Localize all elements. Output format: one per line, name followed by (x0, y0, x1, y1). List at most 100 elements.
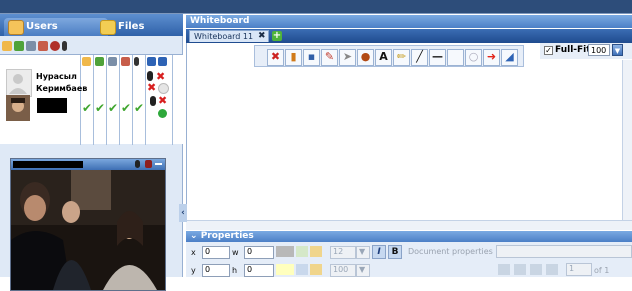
tab-files[interactable]: Files (96, 18, 198, 36)
whiteboard-icon[interactable] (26, 41, 36, 51)
users-icon (8, 20, 24, 35)
fullfit-panel: ✓ Full-Fit 100 ▼ (540, 43, 632, 59)
avatar (6, 69, 32, 97)
whiteboard-canvas[interactable] (186, 43, 632, 221)
previous-page-icon[interactable] (514, 264, 526, 275)
collapse-left-panel-button[interactable]: ‹ (179, 204, 187, 222)
page-input[interactable]: 1 (566, 263, 592, 276)
line-icon[interactable]: ╱ (411, 49, 428, 66)
fullfit-checkbox[interactable]: ✓ (544, 46, 553, 55)
line-color-swatch[interactable] (276, 246, 294, 257)
opacity-select[interactable]: 100 (330, 264, 356, 277)
y-input[interactable]: 0 (202, 264, 230, 277)
tab-whiteboard-11[interactable]: Whiteboard 11 (189, 30, 269, 42)
document-icon (121, 57, 130, 66)
fill-color-swatch[interactable] (276, 264, 294, 275)
user-row[interactable]: Нурасыл Керимбаев ✖ ✖ (0, 69, 183, 97)
chevron-down-icon[interactable]: ▼ (356, 246, 370, 259)
font-size-select[interactable]: 12 (330, 246, 356, 259)
remote-icon[interactable] (50, 41, 60, 51)
close-tab-icon[interactable]: ✖ (258, 30, 266, 42)
pen-icon[interactable]: ✏ (393, 49, 410, 66)
text-icon[interactable]: A (375, 49, 392, 66)
bold-button[interactable]: B (388, 245, 402, 259)
microphone-icon[interactable] (147, 71, 153, 81)
w-label: w (232, 248, 239, 257)
users-small-icon[interactable] (2, 41, 12, 51)
check-icon[interactable]: ✔ (82, 101, 92, 115)
pencil-icon[interactable] (14, 41, 24, 51)
avatar (6, 95, 30, 121)
left-tabs: Users Files (0, 14, 183, 36)
tab-users-label: Users (26, 21, 58, 32)
check-icon[interactable]: ✔ (134, 101, 144, 115)
fullfit-label: Full-Fit (555, 45, 591, 55)
fill-icon[interactable] (310, 264, 322, 275)
microphone-icon[interactable] (62, 41, 67, 51)
first-page-icon[interactable] (498, 264, 510, 275)
video-feed (11, 170, 165, 290)
tab-files-label: Files (118, 21, 145, 32)
camera-icon[interactable] (145, 160, 152, 168)
document-icon[interactable] (38, 41, 48, 51)
underline-icon[interactable]: — (429, 49, 446, 66)
minimize-icon[interactable] (155, 163, 162, 165)
pointer-icon[interactable]: ➤ (339, 49, 356, 66)
whiteboard-title: Whiteboard (186, 15, 632, 28)
whiteboard-icon (108, 57, 117, 66)
x-input[interactable]: 0 (202, 246, 230, 259)
add-tab-icon[interactable]: + (272, 31, 282, 41)
microphone-icon[interactable] (135, 160, 140, 168)
last-page-icon[interactable] (546, 264, 558, 275)
x-label: x (191, 248, 196, 257)
user-toolbar (2, 40, 92, 54)
microphone-icon[interactable] (150, 96, 156, 106)
check-icon[interactable]: ✔ (108, 101, 118, 115)
add-icon (147, 57, 156, 66)
paint-icon[interactable]: ✎ (321, 49, 338, 66)
redacted-video-title (13, 161, 83, 168)
italic-button[interactable]: I (372, 245, 386, 259)
undo-icon[interactable]: ▮ (285, 49, 302, 66)
opacity-icon[interactable] (296, 264, 308, 275)
page-count-label: of 1 (594, 266, 610, 275)
next-page-icon[interactable] (530, 264, 542, 275)
clear-icon[interactable]: ✖ (267, 49, 284, 66)
h-label: h (232, 266, 238, 275)
users-grid: Нурасыл Керимбаев ✖ ✖ ✔ ✔ ✔ ✔ ✔ ✖ (0, 54, 183, 145)
document-properties-field[interactable] (496, 245, 632, 258)
close-icon[interactable]: ✖ (147, 82, 156, 93)
permission-header-icons (80, 56, 180, 68)
vertical-scrollbar[interactable] (622, 60, 632, 220)
tab-users[interactable]: Users (4, 18, 108, 36)
user-row[interactable]: ✔ ✔ ✔ ✔ ✔ ✖ (0, 95, 183, 121)
save-icon[interactable]: ▪ (303, 49, 320, 66)
left-panel: Users Files Нурасыл Керимбаев ✖ ✖ ✔ ✔ ✔ … (0, 14, 183, 291)
move-icon[interactable]: ◢ (501, 49, 518, 66)
chevron-down-icon[interactable]: ▼ (356, 264, 370, 277)
h-input[interactable]: 0 (244, 264, 274, 277)
status-icon (158, 83, 169, 94)
w-input[interactable]: 0 (244, 246, 274, 259)
properties-header[interactable]: ⌄ Properties (186, 231, 632, 242)
redacted-name (37, 98, 67, 113)
pen-icon[interactable] (296, 246, 308, 257)
folder-icon (100, 20, 116, 35)
rectangle-icon[interactable] (447, 49, 464, 66)
fill-icon[interactable] (310, 246, 322, 257)
check-icon[interactable]: ✔ (121, 101, 131, 115)
arrow-icon[interactable]: ➜ (483, 49, 500, 66)
status-icon (158, 109, 167, 118)
zoom-select[interactable]: 100 (588, 44, 610, 56)
horizontal-scrollbar[interactable] (186, 220, 632, 230)
check-icon[interactable]: ✔ (95, 101, 105, 115)
close-icon[interactable]: ✖ (158, 95, 167, 106)
chevron-down-icon[interactable]: ▼ (612, 44, 623, 56)
y-label: y (191, 266, 196, 275)
document-properties-label: Document properties (408, 247, 493, 256)
zoom-icon[interactable]: ● (357, 49, 374, 66)
user-name-last: Керимбаев (36, 84, 88, 93)
properties-title: Properties (200, 231, 254, 241)
ellipse-icon[interactable]: ○ (465, 49, 482, 66)
close-icon[interactable]: ✖ (156, 71, 165, 82)
